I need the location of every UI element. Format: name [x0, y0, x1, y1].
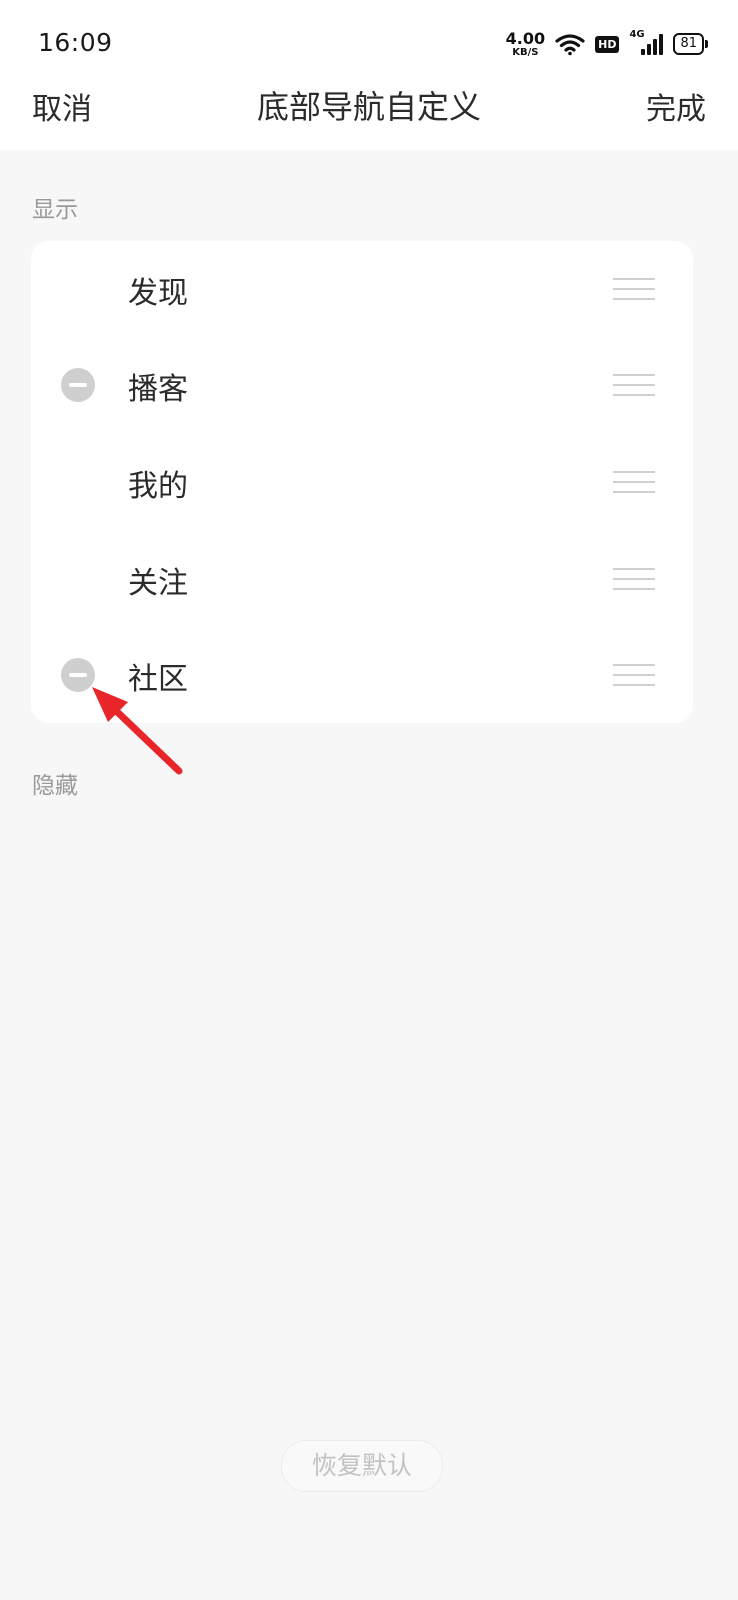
navigation-bar: 底部导航自定义 取消 完成 — [0, 78, 738, 138]
list-item-label: 我的 — [128, 469, 188, 504]
hd-icon: HD — [595, 35, 620, 53]
battery-nub — [705, 40, 708, 48]
drag-handle-icon[interactable] — [613, 568, 655, 590]
drag-handle-icon[interactable] — [613, 374, 655, 396]
remove-icon[interactable] — [61, 658, 95, 692]
drag-handle-icon[interactable] — [613, 664, 655, 686]
page-title: 底部导航自定义 — [256, 88, 481, 126]
list-item-label: 播客 — [128, 372, 188, 407]
drag-handle-icon[interactable] — [613, 471, 655, 493]
section-label-visible: 显示 — [32, 197, 78, 223]
cancel-button[interactable]: 取消 — [32, 84, 92, 128]
list-item[interactable]: 关注 — [31, 531, 693, 627]
done-button[interactable]: 完成 — [646, 84, 706, 128]
list-item[interactable]: 社区 — [31, 627, 693, 723]
battery-icon: 81 — [673, 33, 708, 55]
remove-icon[interactable] — [61, 368, 95, 402]
signal-bar — [653, 39, 658, 55]
list-item-label: 关注 — [128, 566, 188, 601]
network-type-label: 4G — [629, 29, 645, 40]
list-item-label: 社区 — [128, 662, 188, 697]
status-bar: 16:09 4.00 KB/S HD 4G 81 — [0, 0, 738, 90]
list-item[interactable]: 发现 — [31, 241, 693, 337]
signal-bar — [659, 34, 664, 55]
status-icons: 4.00 KB/S HD 4G 81 — [506, 26, 708, 62]
signal-bar — [641, 49, 646, 55]
signal-bar — [647, 44, 652, 55]
network-speed-value: 4.00 — [505, 28, 546, 48]
list-item[interactable]: 我的 — [31, 434, 693, 530]
cellular-signal-icon: 4G — [629, 29, 664, 55]
status-time: 16:09 — [38, 28, 113, 57]
drag-handle-icon[interactable] — [613, 278, 655, 300]
wifi-icon — [555, 34, 585, 56]
list-item-label: 发现 — [128, 276, 188, 311]
battery-level: 81 — [673, 33, 704, 55]
section-label-hidden: 隐藏 — [32, 773, 78, 799]
visible-tabs-list: 发现 播客 我的 关注 社区 — [31, 241, 693, 723]
network-speed-unit: KB/S — [512, 46, 539, 58]
restore-default-button[interactable]: 恢复默认 — [281, 1440, 443, 1492]
network-speed-indicator: 4.00 KB/S — [505, 28, 546, 58]
top-header-area: 16:09 4.00 KB/S HD 4G 81 底部导航自定义 取消 完成 — [0, 0, 738, 150]
red-arrow-annotation-icon — [92, 687, 183, 775]
list-item[interactable]: 播客 — [31, 337, 693, 433]
